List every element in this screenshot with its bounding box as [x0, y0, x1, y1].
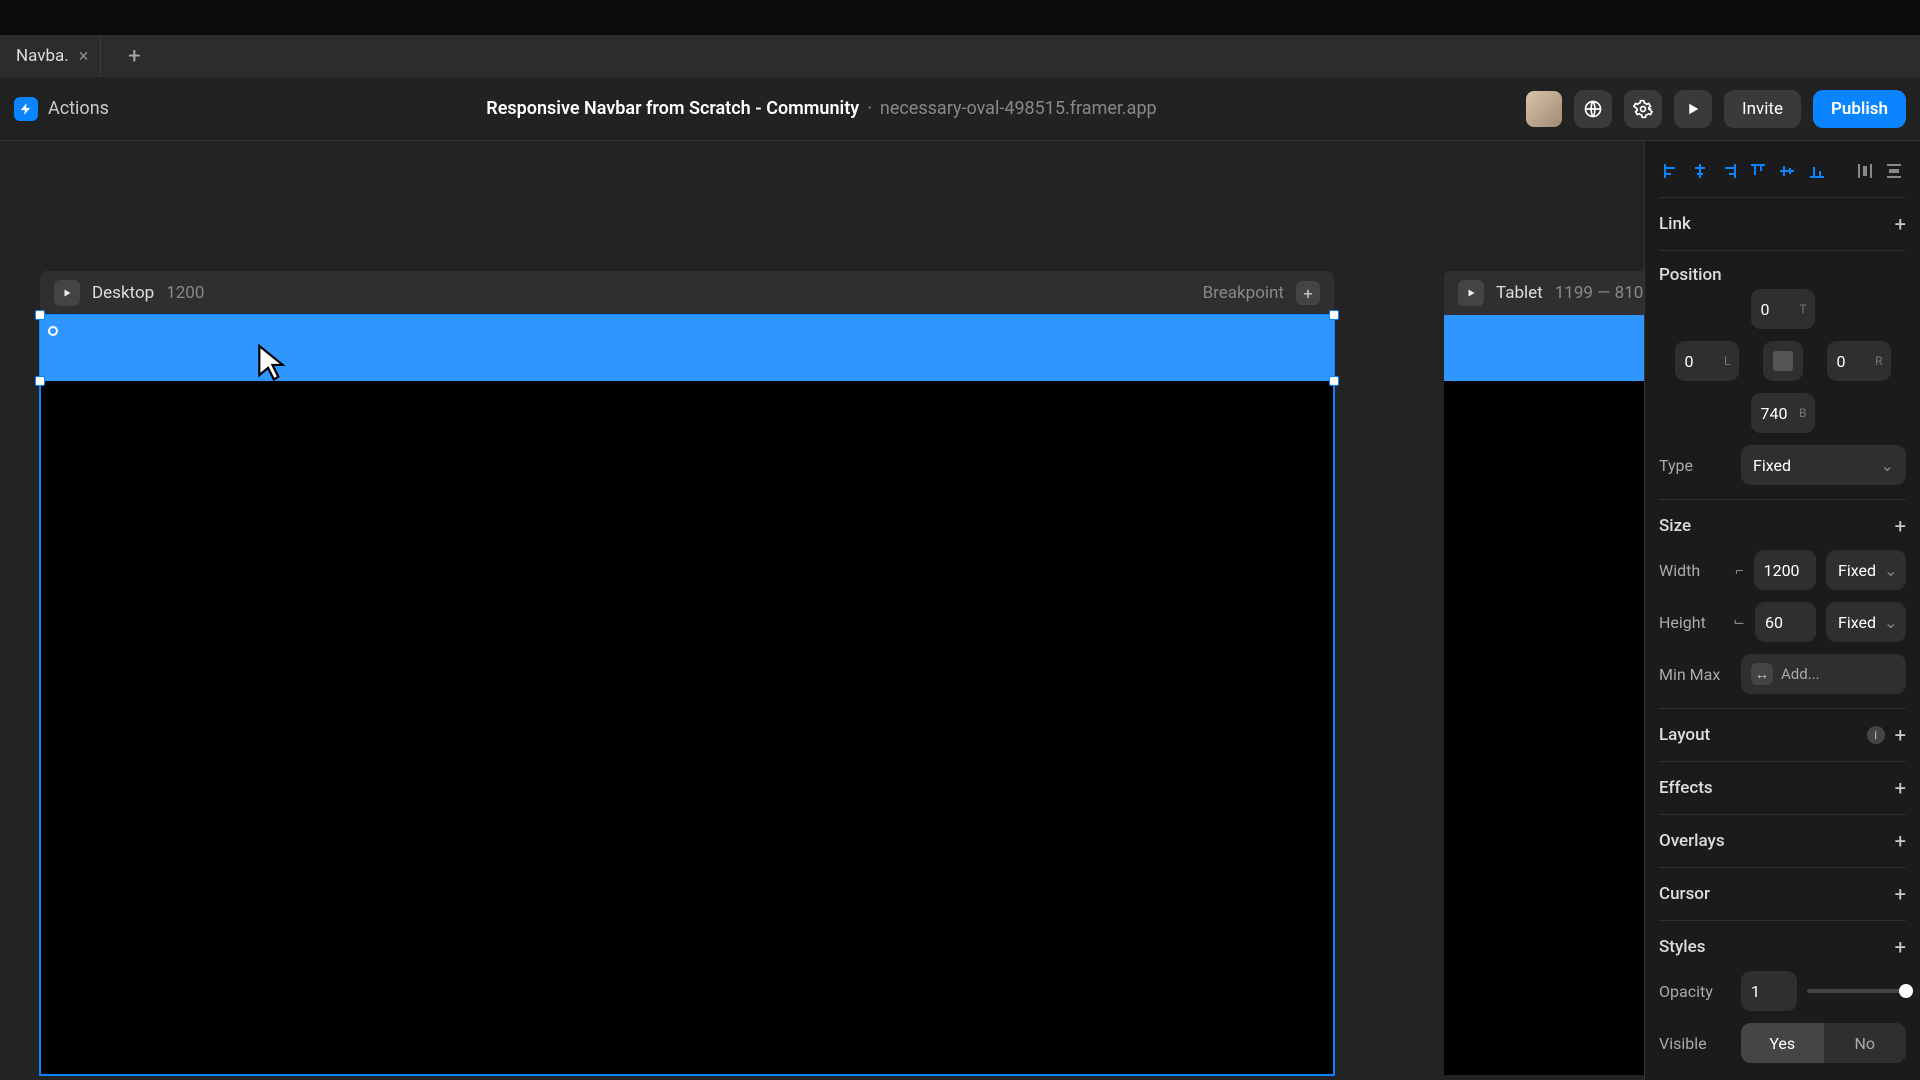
align-left-icon[interactable]	[1659, 159, 1682, 183]
breakpoint-dim: 1199 — 810	[1555, 283, 1644, 303]
align-bottom-icon[interactable]	[1805, 159, 1828, 183]
visible-label: Visible	[1659, 1034, 1731, 1053]
resize-handle[interactable]	[1329, 376, 1339, 386]
chevron-down-icon: ⌄	[1881, 456, 1894, 475]
add-size-button[interactable]: +	[1895, 514, 1906, 538]
add-breakpoint-button[interactable]: +	[1296, 281, 1320, 305]
frame-desktop[interactable]	[40, 315, 1334, 1075]
info-icon[interactable]: i	[1867, 726, 1885, 744]
resize-handle[interactable]	[35, 310, 45, 320]
height-field[interactable]: 60	[1755, 602, 1816, 642]
align-right-icon[interactable]	[1717, 159, 1740, 183]
position-top-field[interactable]: 0T	[1751, 289, 1815, 329]
distribute-h-icon[interactable]	[1854, 159, 1877, 183]
invite-button[interactable]: Invite	[1724, 90, 1801, 128]
play-icon[interactable]	[1674, 90, 1712, 128]
project-title: Responsive Navbar from Scratch - Communi…	[486, 98, 859, 119]
position-type-select[interactable]: Fixed ⌄	[1741, 445, 1906, 485]
globe-icon[interactable]	[1574, 90, 1612, 128]
opacity-field[interactable]: 1	[1741, 971, 1797, 1011]
position-anchor-control[interactable]	[1763, 341, 1803, 381]
add-cursor-button[interactable]: +	[1895, 882, 1906, 906]
breakpoint-name: Tablet	[1496, 283, 1543, 303]
visible-no-option[interactable]: No	[1824, 1023, 1907, 1063]
section-title-cursor: Cursor	[1659, 884, 1710, 904]
link-icon[interactable]: ⌙	[1733, 614, 1745, 630]
add-overlays-button[interactable]: +	[1895, 829, 1906, 853]
page-title: Responsive Navbar from Scratch - Communi…	[117, 98, 1526, 119]
width-field[interactable]: 1200	[1754, 550, 1816, 590]
breakpoint-name: Desktop	[92, 283, 154, 303]
selected-element-navbar[interactable]	[40, 315, 1334, 381]
publish-button[interactable]: Publish	[1813, 90, 1906, 128]
section-title-position: Position	[1659, 265, 1722, 285]
add-styles-button[interactable]: +	[1895, 935, 1906, 959]
width-mode-select[interactable]: Fixed⌄	[1826, 550, 1906, 590]
section-title-link: Link	[1659, 214, 1691, 234]
height-label: Height	[1659, 613, 1723, 632]
minmax-label: Min Max	[1659, 665, 1731, 684]
section-title-effects: Effects	[1659, 778, 1713, 798]
position-type-label: Type	[1659, 456, 1731, 475]
gear-icon[interactable]	[1624, 90, 1662, 128]
add-link-button[interactable]: +	[1895, 212, 1906, 236]
chevron-down-icon: ⌄	[1884, 561, 1897, 580]
breakpoint-label: Breakpoint	[1203, 283, 1284, 303]
align-hcenter-icon[interactable]	[1688, 159, 1711, 183]
position-left-field[interactable]: 0L	[1675, 341, 1739, 381]
align-top-icon[interactable]	[1747, 159, 1770, 183]
play-icon[interactable]	[1458, 280, 1484, 306]
width-label: Width	[1659, 561, 1725, 580]
constraints-icon: ↔	[1751, 663, 1773, 685]
section-title-styles: Styles	[1659, 937, 1705, 957]
app-tab-label: Navba.	[16, 46, 69, 66]
section-title-overlays: Overlays	[1659, 831, 1725, 851]
avatar[interactable]	[1526, 91, 1562, 127]
actions-label: Actions	[48, 98, 109, 119]
section-title-layout: Layout	[1659, 725, 1710, 745]
bolt-icon	[14, 97, 38, 121]
position-bottom-field[interactable]: 740B	[1751, 393, 1815, 433]
resize-handle[interactable]	[1329, 310, 1339, 320]
position-right-field[interactable]: 0R	[1827, 341, 1891, 381]
add-layout-button[interactable]: +	[1895, 723, 1906, 747]
align-vcenter-icon[interactable]	[1776, 159, 1799, 183]
app-tab-active[interactable]: Navba. ×	[6, 35, 101, 77]
height-mode-select[interactable]: Fixed⌄	[1826, 602, 1906, 642]
breakpoint-header-tablet[interactable]: Tablet 1199 — 810	[1444, 271, 1644, 315]
minmax-add-button[interactable]: ↔ Add...	[1741, 654, 1906, 694]
chevron-down-icon: ⌄	[1884, 613, 1897, 632]
inspector-panel: Link + Position 0T 0L 0R 740	[1644, 141, 1920, 1080]
visible-segment[interactable]: Yes No	[1741, 1023, 1906, 1063]
link-icon[interactable]: ⌐	[1735, 562, 1743, 579]
resize-handle[interactable]	[35, 376, 45, 386]
breakpoint-dim: 1200	[166, 283, 204, 303]
add-effects-button[interactable]: +	[1895, 776, 1906, 800]
breakpoint-header-desktop[interactable]: Desktop 1200 Breakpoint +	[40, 271, 1334, 315]
frame-tablet[interactable]	[1444, 315, 1644, 1075]
opacity-slider[interactable]	[1807, 989, 1906, 993]
canvas[interactable]: Desktop 1200 Breakpoint + Tablet	[0, 141, 1644, 1080]
anchor-indicator	[48, 326, 58, 336]
actions-button[interactable]: Actions	[6, 91, 117, 127]
new-tab-button[interactable]: +	[117, 39, 151, 73]
close-icon[interactable]: ×	[79, 46, 89, 67]
opacity-label: Opacity	[1659, 982, 1731, 1001]
alignment-controls	[1659, 153, 1906, 197]
distribute-v-icon[interactable]	[1883, 159, 1906, 183]
visible-yes-option[interactable]: Yes	[1741, 1023, 1824, 1063]
navbar-preview	[1444, 315, 1644, 381]
section-title-size: Size	[1659, 516, 1691, 536]
project-domain: necessary-oval-498515.framer.app	[880, 98, 1157, 119]
play-icon[interactable]	[54, 280, 80, 306]
